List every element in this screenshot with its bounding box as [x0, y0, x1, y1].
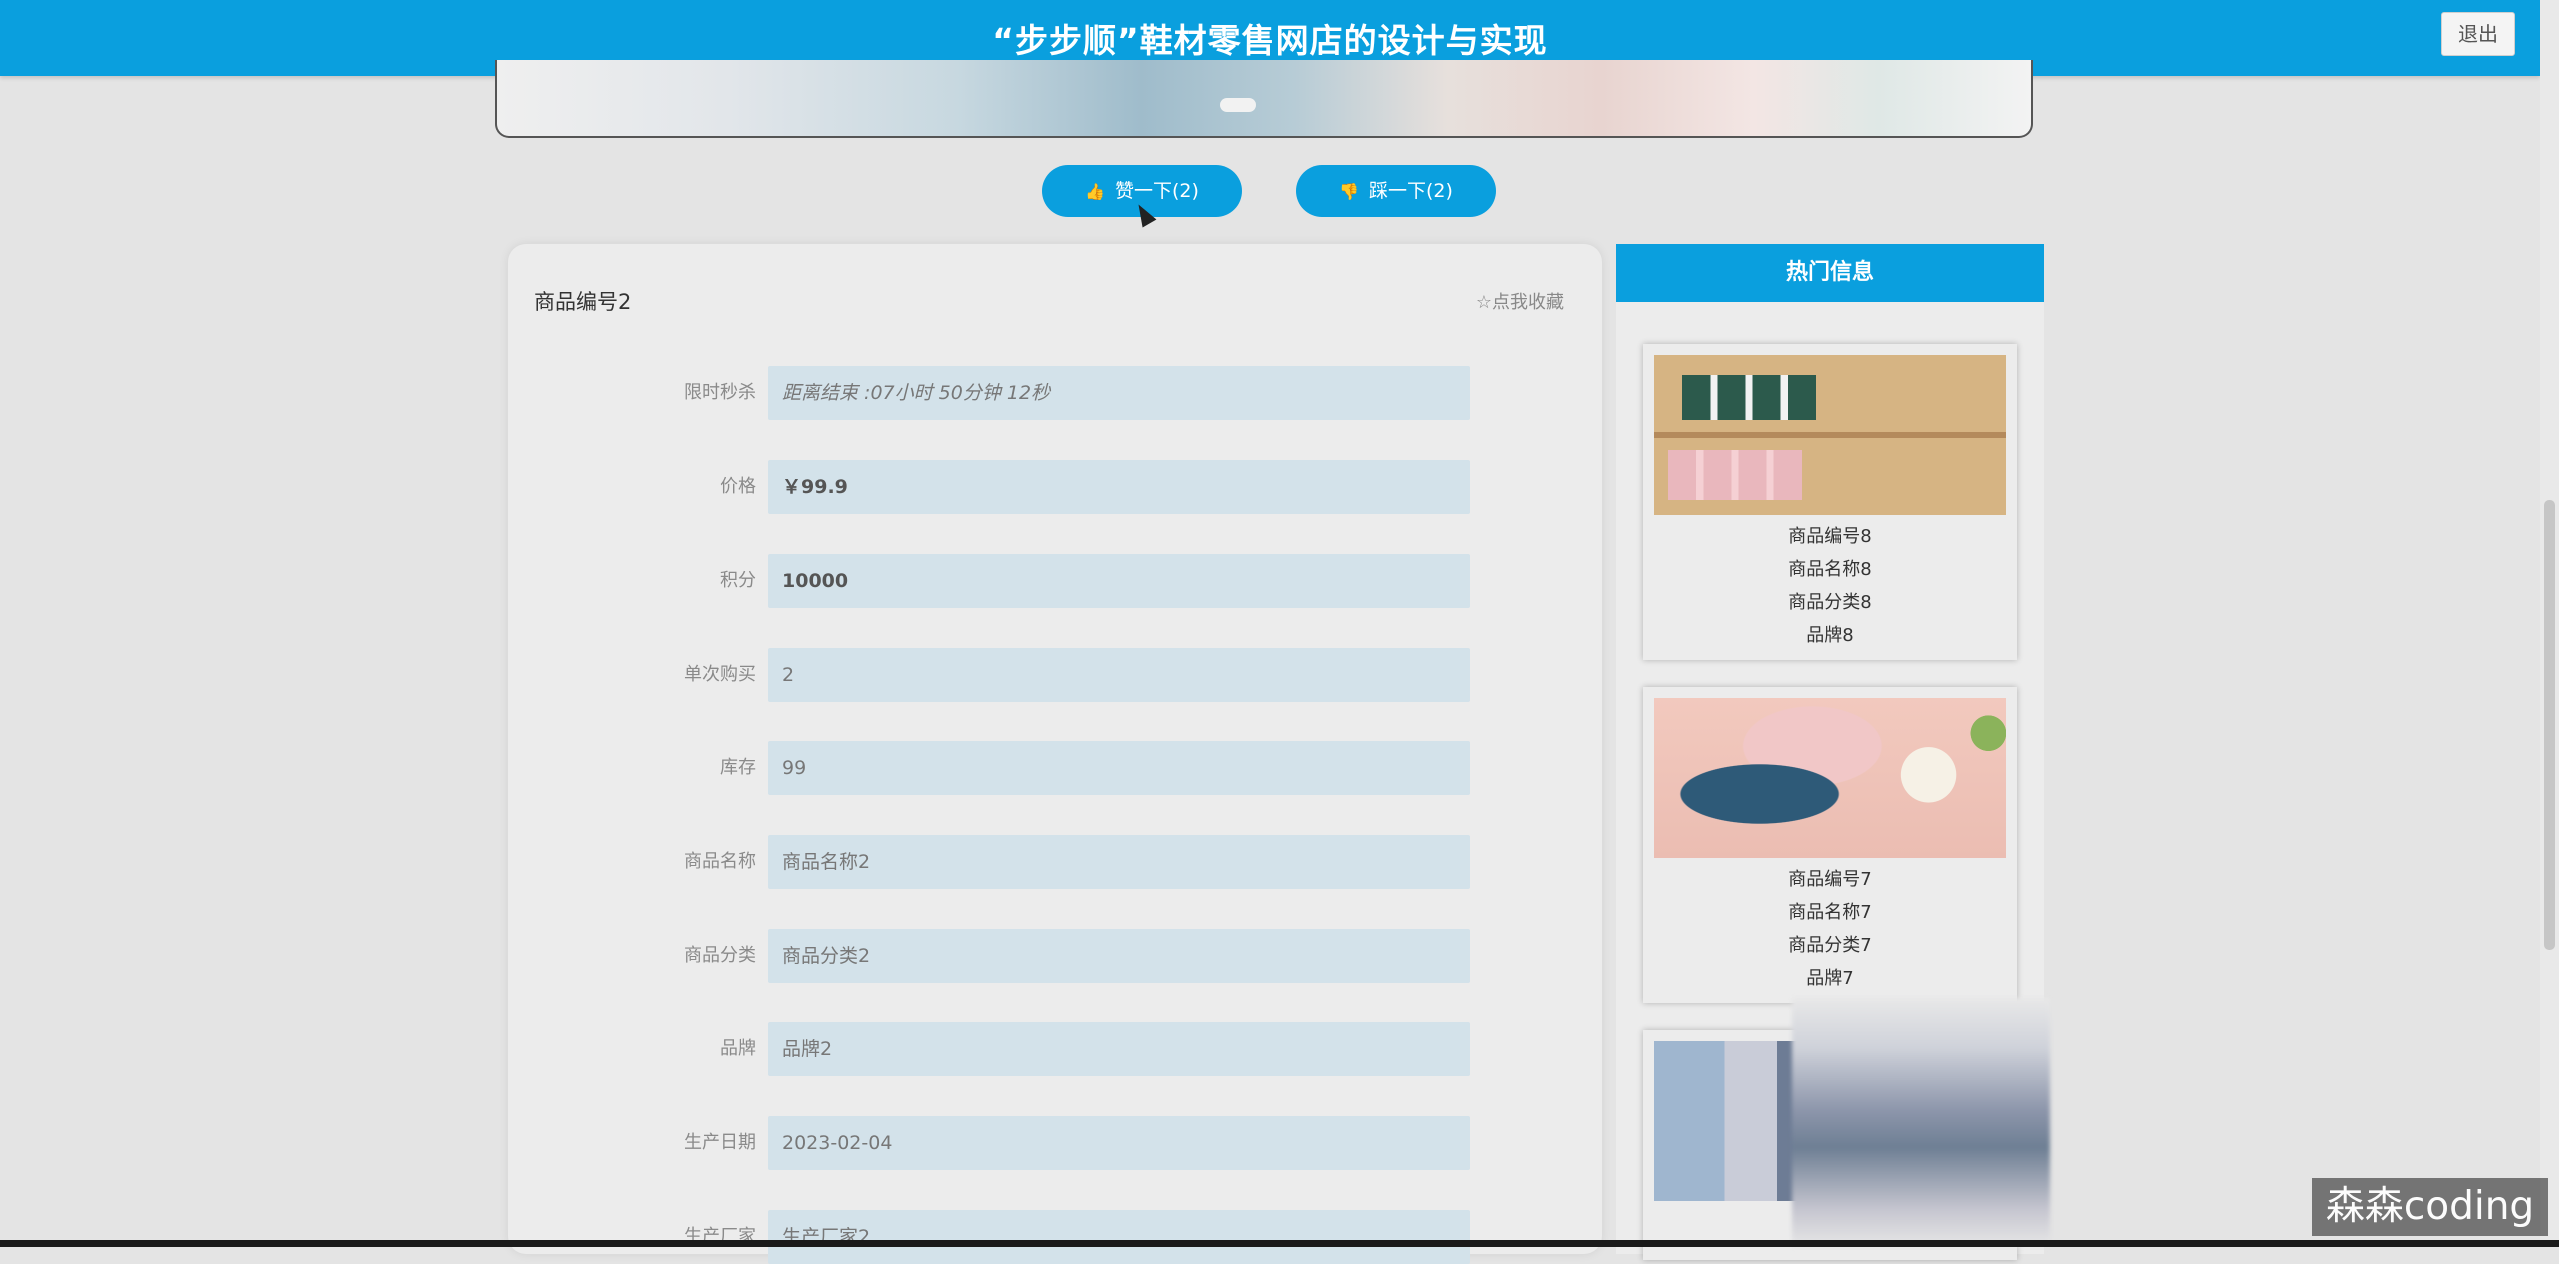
- product-thumbnail[interactable]: [1654, 698, 2006, 858]
- field-label: 品牌: [720, 1038, 756, 1059]
- field-value: 2023-02-04: [768, 1116, 1470, 1170]
- site-title: “步步顺”鞋材零售网店的设计与实现: [992, 21, 1548, 60]
- field-value: ￥99.9: [768, 460, 1470, 514]
- field-label: 库存: [720, 757, 756, 778]
- field-value: 品牌2: [768, 1022, 1470, 1076]
- field-label: 商品名称: [684, 851, 756, 872]
- hot-item-brand: 品牌8: [1806, 625, 1854, 646]
- hot-item-card[interactable]: 商品编号7 商品名称7 商品分类7 品牌7: [1643, 687, 2017, 1003]
- hot-item-name: 商品名称7: [1788, 902, 1872, 923]
- product-thumbnail[interactable]: [1654, 355, 2006, 515]
- page-scrollbar[interactable]: [2540, 0, 2559, 1247]
- hot-info-title: 热门信息: [1616, 244, 2044, 302]
- thumbs-down-icon: 👎: [1339, 182, 1359, 201]
- field-value: 商品分类2: [768, 929, 1470, 983]
- product-title: 商品编号2: [534, 290, 632, 314]
- field-label: 单次购买: [684, 664, 756, 685]
- product-detail-panel: 商品编号2 ☆点我收藏 限时秒杀 距离结束 :07小时 50分钟 12秒 价格 …: [508, 244, 1602, 1264]
- dislike-label: 踩一下(2): [1369, 180, 1453, 202]
- watermark: 森森coding: [2312, 1178, 2548, 1236]
- blurred-overlay: [1792, 998, 2050, 1247]
- field-label: 限时秒杀: [684, 382, 756, 403]
- field-value: 99: [768, 741, 1470, 795]
- thumbs-up-icon: 👍: [1085, 182, 1105, 201]
- carousel-indicator-dot[interactable]: [1220, 98, 1256, 112]
- field-label: 价格: [720, 476, 756, 497]
- field-value: 生产厂家2: [768, 1210, 1470, 1264]
- field-value: 10000: [768, 554, 1470, 608]
- hot-item-brand: 品牌7: [1806, 968, 1854, 989]
- hot-item-code: 商品编号8: [1788, 526, 1872, 547]
- field-label: 商品分类: [684, 945, 756, 966]
- hot-item-card[interactable]: 商品编号8 商品名称8 商品分类8 品牌8: [1643, 344, 2017, 660]
- dislike-button[interactable]: 👎 踩一下(2): [1296, 165, 1496, 217]
- product-image-carousel[interactable]: [495, 60, 2033, 138]
- like-label: 赞一下(2): [1115, 180, 1199, 202]
- field-label: 积分: [720, 570, 756, 591]
- hot-item-name: 商品名称8: [1788, 559, 1872, 580]
- field-value: 商品名称2: [768, 835, 1470, 889]
- field-label: 生产厂家: [684, 1226, 756, 1247]
- bottom-edge: [0, 1240, 2559, 1247]
- scrollbar-thumb[interactable]: [2544, 500, 2555, 950]
- hot-item-category: 商品分类7: [1788, 935, 1872, 956]
- field-value: 距离结束 :07小时 50分钟 12秒: [768, 366, 1470, 420]
- hot-item-code: 商品编号7: [1788, 869, 1872, 890]
- hot-item-category: 商品分类8: [1788, 592, 1872, 613]
- field-value: 2: [768, 648, 1470, 702]
- favorite-link[interactable]: ☆点我收藏: [1476, 288, 1564, 314]
- logout-button[interactable]: 退出: [2441, 12, 2515, 56]
- field-label: 生产日期: [684, 1132, 756, 1153]
